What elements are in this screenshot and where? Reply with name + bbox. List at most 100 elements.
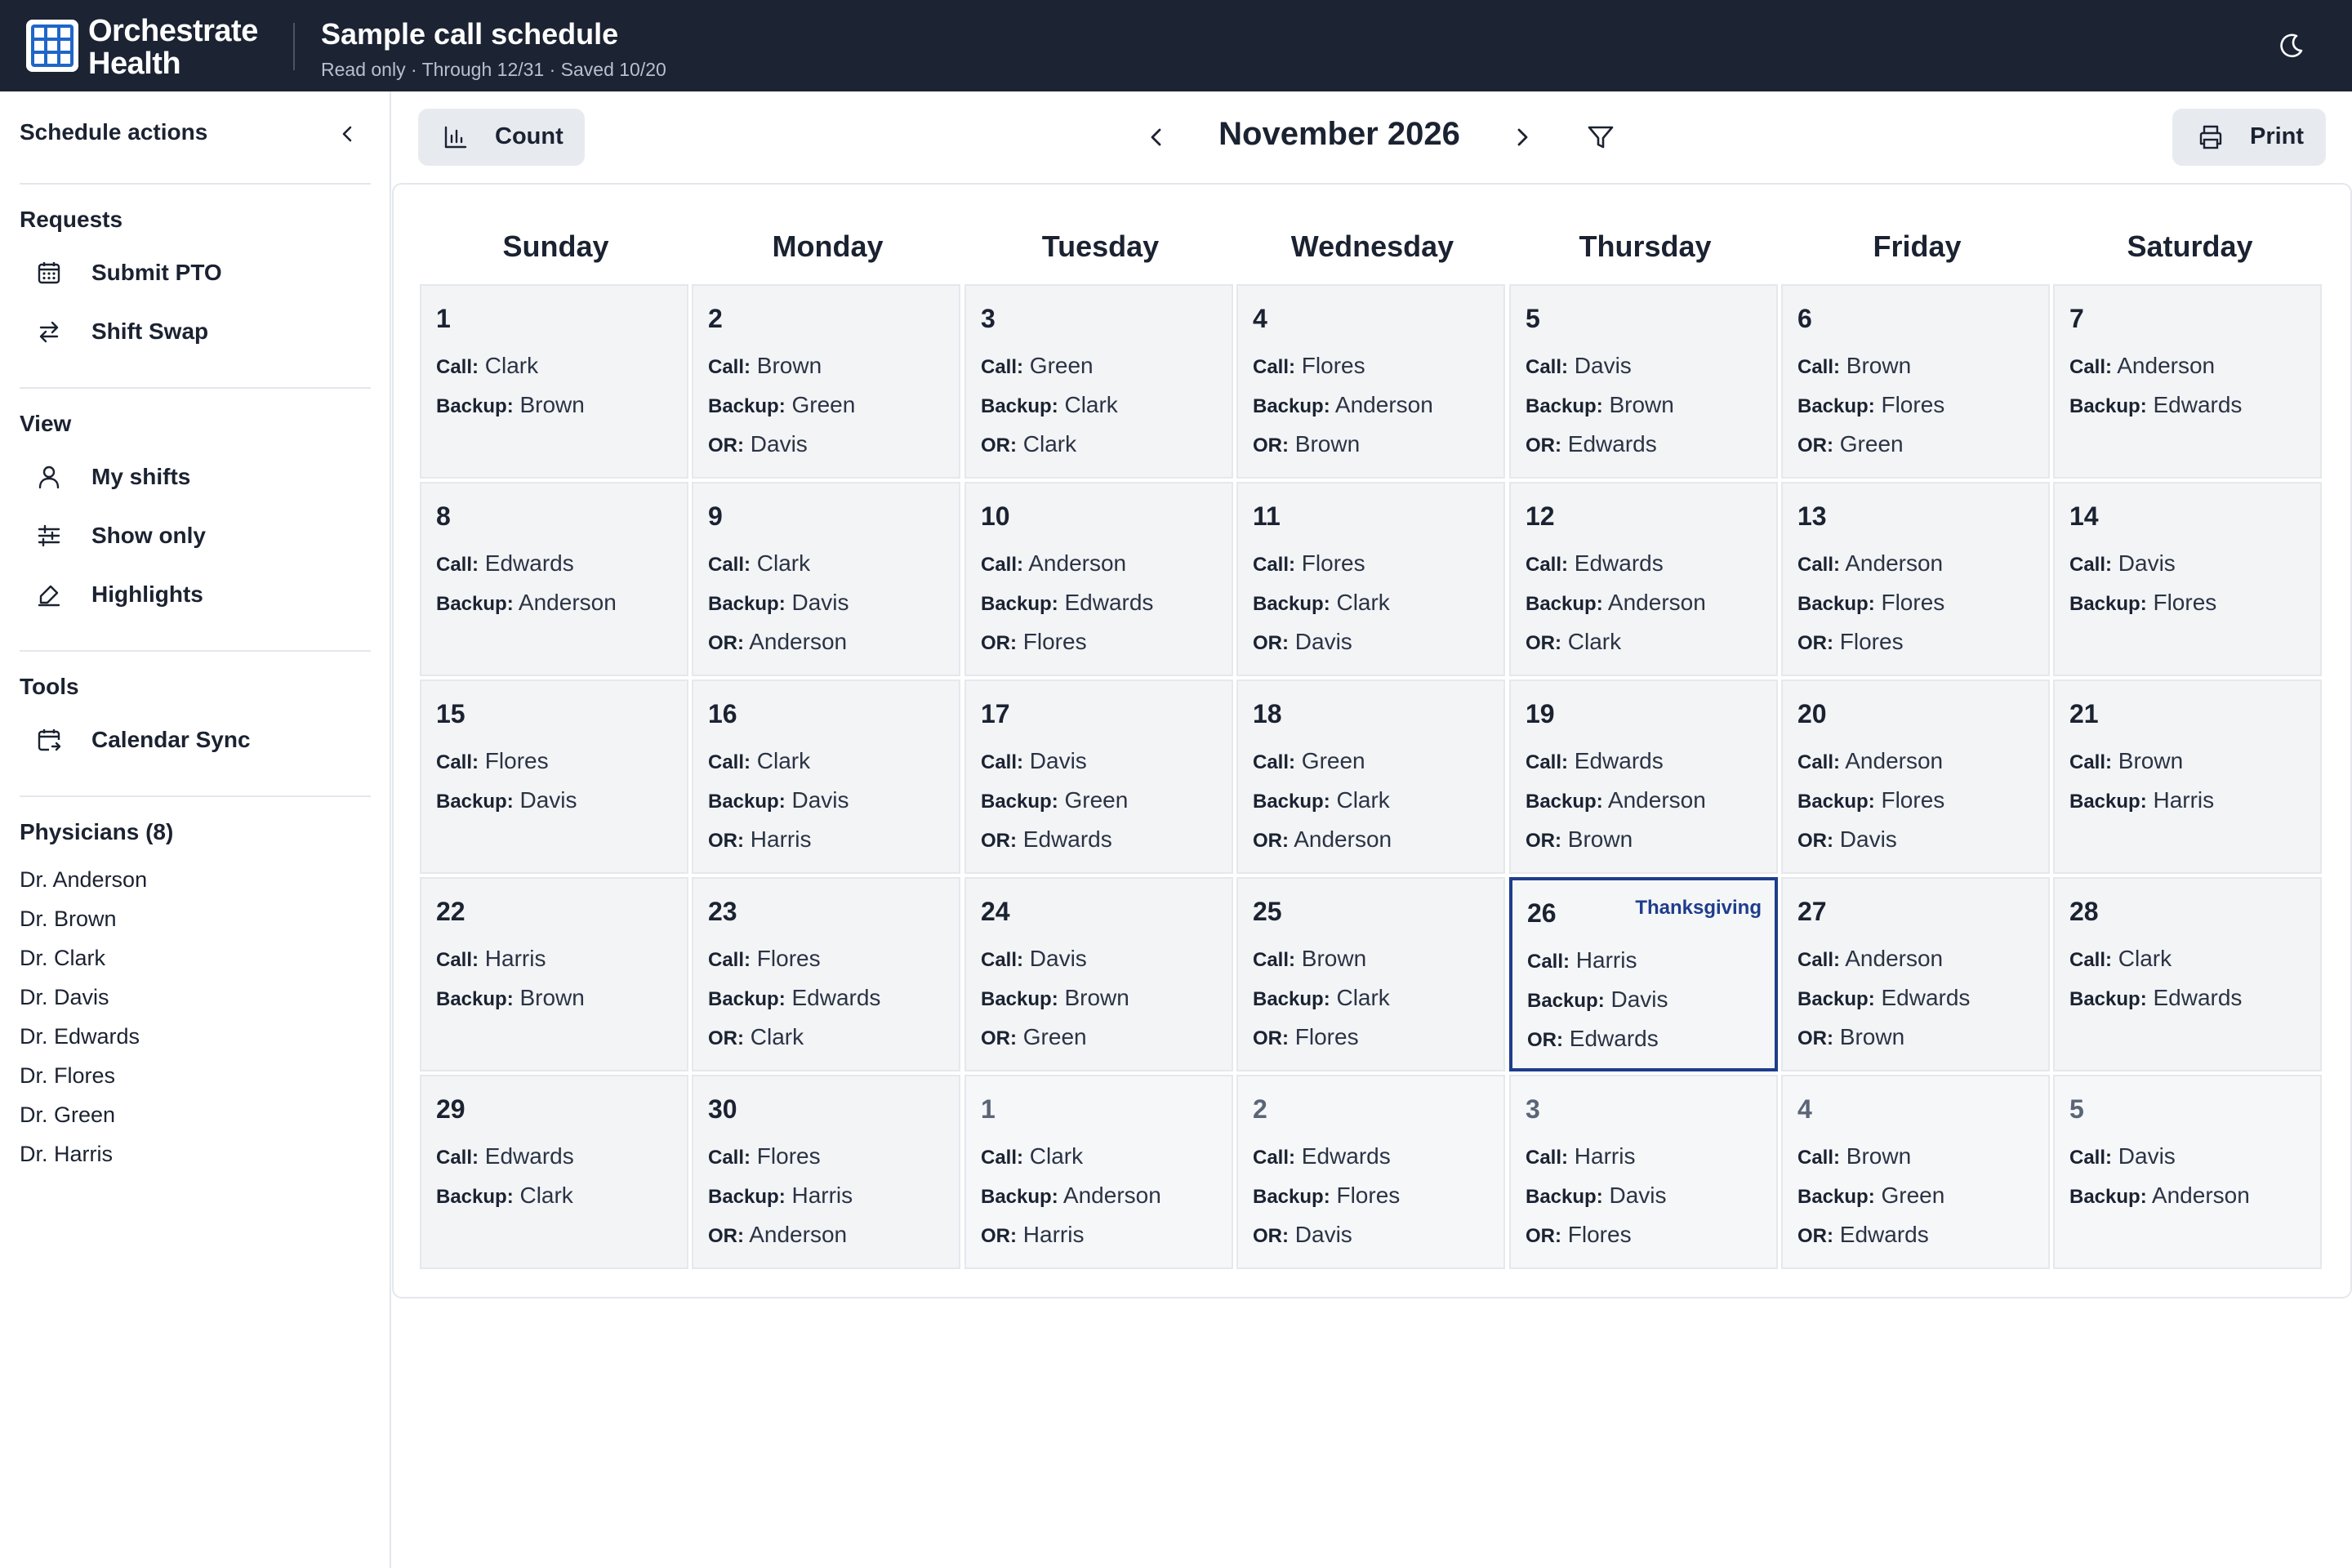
previous-month-button[interactable]: [1140, 121, 1173, 154]
physician-item[interactable]: Dr. Edwards: [20, 1024, 140, 1049]
backup-assignment: Backup: Clark: [1253, 787, 1390, 813]
day-cell[interactable]: 6 Call: Brown Backup: Flores OR: Green: [1781, 284, 2050, 479]
backup-role-label: Backup:: [1797, 593, 1875, 615]
backup-physician: Edwards: [2153, 392, 2243, 417]
backup-physician: Anderson: [518, 590, 617, 615]
backup-role-label: Backup:: [1797, 1186, 1875, 1208]
backup-assignment: Backup: Clark: [1253, 985, 1390, 1011]
call-physician: Brown: [1846, 353, 1912, 378]
physician-item[interactable]: Dr. Anderson: [20, 867, 147, 893]
day-number: 11: [1253, 501, 1281, 531]
day-cell[interactable]: 15 Call: Flores Backup: Davis: [420, 679, 688, 874]
call-physician: Green: [1029, 353, 1094, 378]
day-cell[interactable]: 16 Call: Clark Backup: Davis OR: Harris: [692, 679, 960, 874]
highlights-button[interactable]: Highlights: [20, 570, 371, 619]
day-cell[interactable]: 3 Call: Green Backup: Clark OR: Clark: [964, 284, 1233, 479]
or-role-label: OR:: [981, 632, 1017, 654]
or-assignment: OR: Edwards: [1526, 431, 1657, 457]
count-button[interactable]: Count: [418, 109, 585, 166]
call-role-label: Call:: [1797, 751, 1841, 773]
day-number: 10: [981, 501, 1010, 531]
backup-physician: Edwards: [2153, 985, 2243, 1010]
day-cell[interactable]: 10 Call: Anderson Backup: Edwards OR: Flore…: [964, 482, 1233, 676]
call-physician: Brown: [2118, 748, 2184, 773]
weekday-label: Sunday: [502, 229, 609, 263]
submit-pto-button[interactable]: Submit PTO: [20, 248, 371, 297]
day-cell[interactable]: 7 Call: Anderson Backup: Edwards: [2053, 284, 2322, 479]
day-cell[interactable]: 30 Call: Flores Backup: Harris OR: Anderson: [692, 1075, 960, 1269]
sliders-icon: [38, 524, 60, 547]
day-cell[interactable]: 11 Call: Flores Backup: Clark OR: Davis: [1236, 482, 1505, 676]
call-physician: Clark: [756, 748, 811, 773]
day-cell[interactable]: 21 Call: Brown Backup: Harris: [2053, 679, 2322, 874]
call-physician: Brown: [1846, 1143, 1912, 1169]
backup-assignment: Backup: Edwards: [2069, 985, 2242, 1011]
call-role-label: Call:: [2069, 751, 2113, 773]
call-role-label: Call:: [708, 356, 751, 378]
section-title-tools: Tools: [20, 674, 79, 699]
filter-button[interactable]: [1584, 121, 1617, 154]
day-cell[interactable]: 13 Call: Anderson Backup: Flores OR: Flores: [1781, 482, 2050, 676]
call-assignment: Call: Flores: [708, 1143, 821, 1169]
call-physician: Flores: [484, 748, 549, 773]
day-cell[interactable]: 8 Call: Edwards Backup: Anderson: [420, 482, 688, 676]
backup-assignment: Backup: Davis: [436, 787, 577, 813]
header-divider: [293, 23, 295, 70]
or-physician: Green: [1839, 431, 1904, 457]
day-cell[interactable]: 2 Call: Brown Backup: Green OR: Davis: [692, 284, 960, 479]
day-cell[interactable]: 12 Call: Edwards Backup: Anderson OR: Clark: [1509, 482, 1778, 676]
or-physician: Flores: [1294, 1024, 1359, 1049]
day-cell[interactable]: 4 Call: Flores Backup: Anderson OR: Brown: [1236, 284, 1505, 479]
calendar-sync-button[interactable]: Calendar Sync: [20, 715, 371, 764]
day-cell[interactable]: 26 Thanksgiving Call: Harris Backup: Davis O…: [1509, 877, 1778, 1071]
day-cell[interactable]: 29 Call: Edwards Backup: Clark: [420, 1075, 688, 1269]
physician-item[interactable]: Dr. Clark: [20, 946, 105, 971]
or-physician: Edwards: [1839, 1222, 1929, 1247]
day-cell[interactable]: 25 Call: Brown Backup: Clark OR: Flores: [1236, 877, 1505, 1071]
physician-item[interactable]: Dr. Flores: [20, 1063, 115, 1089]
backup-assignment: Backup: Anderson: [2069, 1183, 2250, 1209]
day-cell[interactable]: 23 Call: Flores Backup: Edwards OR: Clark: [692, 877, 960, 1071]
day-cell[interactable]: 22 Call: Harris Backup: Brown: [420, 877, 688, 1071]
call-assignment: Call: Brown: [1797, 1143, 1911, 1169]
day-cell[interactable]: 5 Call: Davis Backup: Anderson: [2053, 1075, 2322, 1269]
physician-item[interactable]: Dr. Harris: [20, 1142, 113, 1167]
day-cell[interactable]: 1 Call: Clark Backup: Brown: [420, 284, 688, 479]
my-shifts-button[interactable]: My shifts: [20, 452, 371, 501]
call-role-label: Call:: [436, 554, 479, 576]
moon-icon: [2280, 33, 2303, 58]
or-physician: Brown: [1294, 431, 1361, 457]
day-cell[interactable]: 24 Call: Davis Backup: Brown OR: Green: [964, 877, 1233, 1071]
day-cell[interactable]: 28 Call: Clark Backup: Edwards: [2053, 877, 2322, 1071]
theme-toggle-button[interactable]: [2275, 29, 2308, 62]
or-physician: Clark: [1022, 431, 1077, 457]
or-physician: Green: [1022, 1024, 1087, 1049]
day-cell[interactable]: 1 Call: Clark Backup: Anderson OR: Harris: [964, 1075, 1233, 1269]
day-cell[interactable]: 14 Call: Davis Backup: Flores: [2053, 482, 2322, 676]
day-cell[interactable]: 17 Call: Davis Backup: Green OR: Edwards: [964, 679, 1233, 874]
physician-item[interactable]: Dr. Davis: [20, 985, 109, 1010]
print-button[interactable]: Print: [2172, 109, 2326, 166]
day-cell[interactable]: 20 Call: Anderson Backup: Flores OR: Davis: [1781, 679, 2050, 874]
day-cell[interactable]: 5 Call: Davis Backup: Brown OR: Edwards: [1509, 284, 1778, 479]
collapse-sidebar-button[interactable]: [335, 121, 361, 147]
show-only-button[interactable]: Show only: [20, 511, 371, 560]
day-cell[interactable]: 27 Call: Anderson Backup: Edwards OR: Brown: [1781, 877, 2050, 1071]
day-cell[interactable]: 18 Call: Green Backup: Clark OR: Anderson: [1236, 679, 1505, 874]
day-cell[interactable]: 2 Call: Edwards Backup: Flores OR: Davis: [1236, 1075, 1505, 1269]
or-role-label: OR:: [1253, 830, 1289, 852]
or-assignment: OR: Green: [981, 1024, 1087, 1050]
next-month-button[interactable]: [1506, 121, 1539, 154]
day-cell[interactable]: 19 Call: Edwards Backup: Anderson OR: Brown: [1509, 679, 1778, 874]
day-cell[interactable]: 9 Call: Clark Backup: Davis OR: Anderson: [692, 482, 960, 676]
day-cell[interactable]: 3 Call: Harris Backup: Davis OR: Flores: [1509, 1075, 1778, 1269]
physician-item[interactable]: Dr. Green: [20, 1102, 115, 1128]
shift-swap-button[interactable]: Shift Swap: [20, 307, 371, 356]
backup-physician: Green: [1881, 1183, 1945, 1208]
day-cell[interactable]: 4 Call: Brown Backup: Green OR: Edwards: [1781, 1075, 2050, 1269]
or-physician: Clark: [750, 1024, 804, 1049]
backup-assignment: Backup: Harris: [708, 1183, 853, 1209]
backup-role-label: Backup:: [1526, 1186, 1603, 1208]
physician-item[interactable]: Dr. Brown: [20, 906, 117, 932]
day-number: 9: [708, 501, 723, 531]
